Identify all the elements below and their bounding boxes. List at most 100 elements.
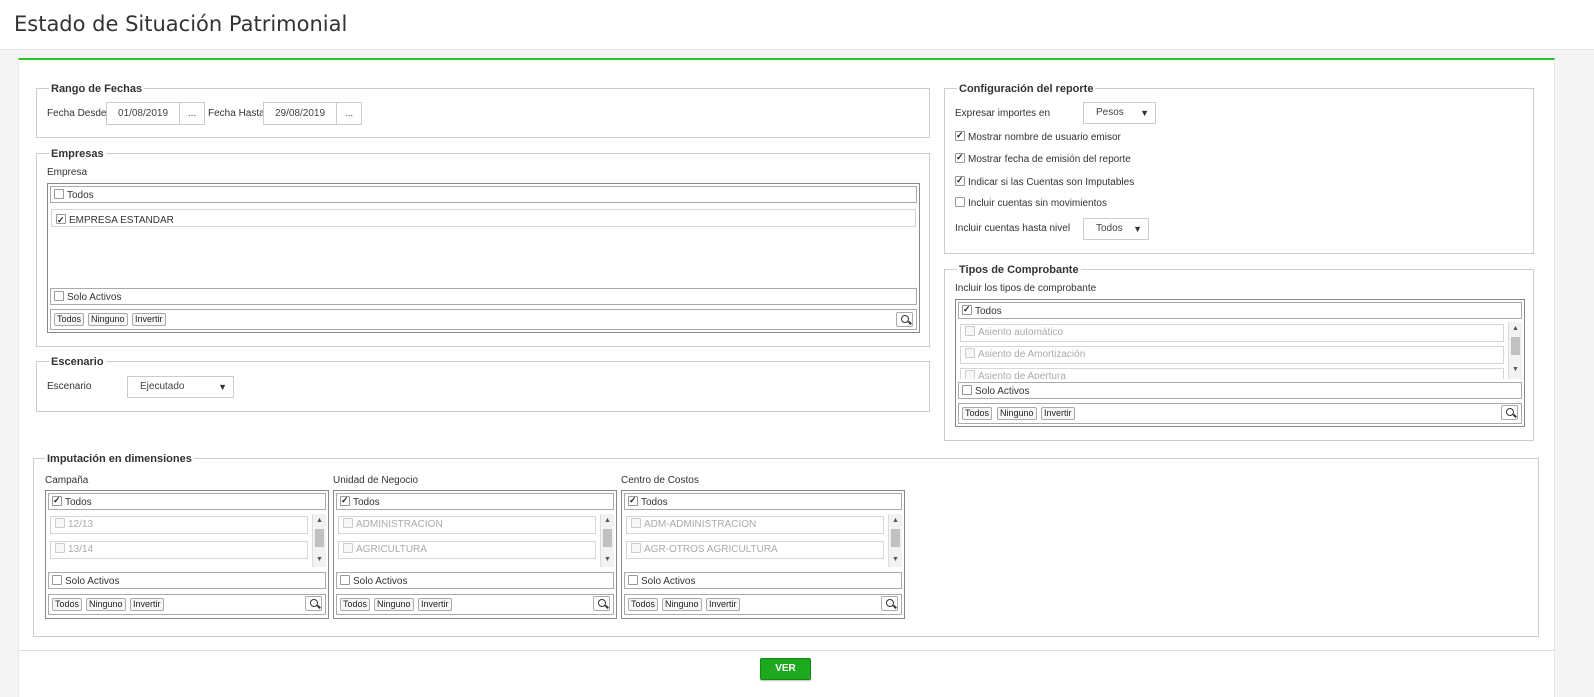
dimension-list: ADM-ADMINISTRACION AGR-OTROS AGRICULTURA… bbox=[624, 514, 902, 567]
dimension-todos-checkbox[interactable]: Todos bbox=[624, 493, 902, 510]
empresa-ninguno-button[interactable]: Ninguno bbox=[88, 313, 128, 326]
mostrar-usuario-checkbox[interactable]: Mostrar nombre de usuario emisor bbox=[955, 129, 1121, 144]
checkbox-icon bbox=[955, 197, 965, 207]
search-icon bbox=[598, 599, 606, 607]
tipos-solo-activos-checkbox[interactable]: Solo Activos bbox=[958, 382, 1522, 399]
scroll-up-icon: ▲ bbox=[1512, 325, 1519, 332]
dimension-invertir-button[interactable]: Invertir bbox=[130, 598, 164, 611]
checkbox-icon bbox=[340, 575, 350, 585]
tipos-search-button[interactable] bbox=[1501, 405, 1518, 420]
mostrar-fecha-checkbox[interactable]: Mostrar fecha de emisión del reporte bbox=[955, 151, 1131, 166]
empresa-todos-checkbox[interactable]: Todos bbox=[50, 186, 917, 203]
page-title: Estado de Situación Patrimonial bbox=[14, 12, 348, 36]
scroll-thumb[interactable] bbox=[1511, 337, 1520, 355]
dimension-label: Centro de Costos bbox=[621, 475, 699, 486]
checkbox-icon bbox=[52, 494, 62, 506]
dimension-ninguno-button[interactable]: Ninguno bbox=[374, 598, 414, 611]
dimension-item[interactable]: 12/13 bbox=[50, 516, 308, 534]
tipos-list: Asiento automático Asiento de Amortizaci… bbox=[958, 322, 1522, 379]
dimension-solo-activos-checkbox[interactable]: Solo Activos bbox=[336, 572, 614, 589]
ver-button[interactable]: VER bbox=[760, 658, 811, 680]
dimension-todos-button[interactable]: Todos bbox=[340, 598, 371, 611]
expresar-importes-label: Expresar importes en bbox=[955, 108, 1051, 119]
tipos-item[interactable]: Asiento de Amortización bbox=[960, 346, 1504, 364]
nivel-select[interactable]: Todos ▼ bbox=[1083, 218, 1149, 240]
indicar-imputables-checkbox[interactable]: Indicar si las Cuentas son Imputables bbox=[955, 174, 1134, 189]
empresa-invertir-button[interactable]: Invertir bbox=[132, 313, 166, 326]
escenario-legend: Escenario bbox=[49, 356, 106, 368]
empresa-solo-activos-checkbox[interactable]: Solo Activos bbox=[50, 288, 917, 305]
fecha-hasta-input[interactable]: 29/08/2019 bbox=[263, 102, 337, 125]
dimension-search-button[interactable] bbox=[881, 596, 898, 611]
fecha-desde-picker-button[interactable]: ... bbox=[179, 102, 205, 125]
empresa-item-estandar[interactable]: EMPRESA ESTANDAR bbox=[51, 209, 916, 227]
checkbox-icon bbox=[54, 189, 64, 199]
dimension-invertir-button[interactable]: Invertir bbox=[706, 598, 740, 611]
checkbox-icon bbox=[54, 291, 64, 301]
tipos-item[interactable]: Asiento automático bbox=[960, 324, 1504, 342]
checkbox-icon bbox=[628, 575, 638, 585]
checkbox-icon bbox=[340, 494, 350, 506]
dimension-scrollbar[interactable]: ▲ ▼ bbox=[888, 514, 902, 567]
scroll-thumb[interactable] bbox=[891, 529, 900, 547]
dimension-item[interactable]: AGRICULTURA bbox=[338, 541, 596, 559]
dimension-item[interactable]: ADMINISTRACION bbox=[338, 516, 596, 534]
dimension-todos-checkbox[interactable]: Todos bbox=[336, 493, 614, 510]
checkbox-icon bbox=[55, 518, 65, 528]
fecha-hasta-picker-button[interactable]: ... bbox=[336, 102, 362, 125]
dimension-invertir-button[interactable]: Invertir bbox=[418, 598, 452, 611]
dimension-todos-button[interactable]: Todos bbox=[628, 598, 659, 611]
caret-down-icon: ▼ bbox=[1133, 224, 1142, 234]
config-legend: Configuración del reporte bbox=[957, 83, 1096, 95]
caret-down-icon: ▼ bbox=[218, 382, 227, 392]
escenario-label: Escenario bbox=[47, 381, 92, 392]
dimension-unidad-negocio: Unidad de Negocio Todos ADMINISTRACION A… bbox=[333, 474, 618, 620]
dimension-search-button[interactable] bbox=[593, 596, 610, 611]
checkbox-icon bbox=[965, 326, 975, 336]
tipos-label: Incluir los tipos de comprobante bbox=[955, 283, 1097, 294]
checkbox-icon bbox=[965, 348, 975, 358]
tipos-scrollbar[interactable]: ▲ ▼ bbox=[1508, 322, 1522, 379]
dimension-item[interactable]: 13/14 bbox=[50, 541, 308, 559]
dimension-ninguno-button[interactable]: Ninguno bbox=[662, 598, 702, 611]
caret-down-icon: ▼ bbox=[1140, 108, 1149, 118]
dimension-todos-checkbox[interactable]: Todos bbox=[48, 493, 326, 510]
escenario-select[interactable]: Ejecutado ▼ bbox=[127, 376, 234, 398]
scroll-down-icon: ▼ bbox=[316, 556, 323, 563]
scroll-down-icon: ▼ bbox=[604, 556, 611, 563]
dimension-scrollbar[interactable]: ▲ ▼ bbox=[312, 514, 326, 567]
tipos-invertir-button[interactable]: Invertir bbox=[1041, 407, 1075, 420]
imputacion-legend: Imputación en dimensiones bbox=[45, 453, 194, 465]
scroll-up-icon: ▲ bbox=[316, 517, 323, 524]
dimension-centro-costos: Centro de Costos Todos ADM-ADMINISTRACIO… bbox=[621, 474, 906, 620]
scroll-thumb[interactable] bbox=[603, 529, 612, 547]
dimension-solo-activos-checkbox[interactable]: Solo Activos bbox=[48, 572, 326, 589]
empresa-todos-button[interactable]: Todos bbox=[54, 313, 85, 326]
tipos-todos-button[interactable]: Todos bbox=[962, 407, 993, 420]
checkbox-icon bbox=[343, 543, 353, 553]
tipos-todos-checkbox[interactable]: Todos bbox=[958, 302, 1522, 319]
empresa-search-button[interactable] bbox=[896, 312, 913, 327]
dimension-ninguno-button[interactable]: Ninguno bbox=[86, 598, 126, 611]
incluir-sin-movimientos-checkbox[interactable]: Incluir cuentas sin movimientos bbox=[955, 197, 1107, 210]
scroll-down-icon: ▼ bbox=[892, 556, 899, 563]
checkbox-icon bbox=[955, 174, 965, 186]
dimension-item[interactable]: ADM-ADMINISTRACION bbox=[626, 516, 884, 534]
checkbox-icon bbox=[631, 518, 641, 528]
tipos-ninguno-button[interactable]: Ninguno bbox=[997, 407, 1037, 420]
dimension-campana: Campaña Todos 12/13 13/14 ▲ ▼ Solo Activ… bbox=[45, 474, 330, 620]
dimension-solo-activos-checkbox[interactable]: Solo Activos bbox=[624, 572, 902, 589]
scroll-up-icon: ▲ bbox=[892, 517, 899, 524]
dimension-todos-button[interactable]: Todos bbox=[52, 598, 83, 611]
checkbox-icon bbox=[955, 151, 965, 163]
tipos-item[interactable]: Asiento de Apertura bbox=[960, 368, 1504, 379]
dimension-item[interactable]: AGR-OTROS AGRICULTURA bbox=[626, 541, 884, 559]
scroll-thumb[interactable] bbox=[315, 529, 324, 547]
expresar-importes-select[interactable]: Pesos ▼ bbox=[1083, 102, 1156, 124]
dimension-scrollbar[interactable]: ▲ ▼ bbox=[600, 514, 614, 567]
dimension-list: 12/13 13/14 ▲ ▼ bbox=[48, 514, 326, 567]
checkbox-icon bbox=[955, 129, 965, 141]
fecha-desde-label: Fecha Desde bbox=[47, 108, 107, 119]
dimension-search-button[interactable] bbox=[305, 596, 322, 611]
fecha-desde-input[interactable]: 01/08/2019 bbox=[106, 102, 180, 125]
